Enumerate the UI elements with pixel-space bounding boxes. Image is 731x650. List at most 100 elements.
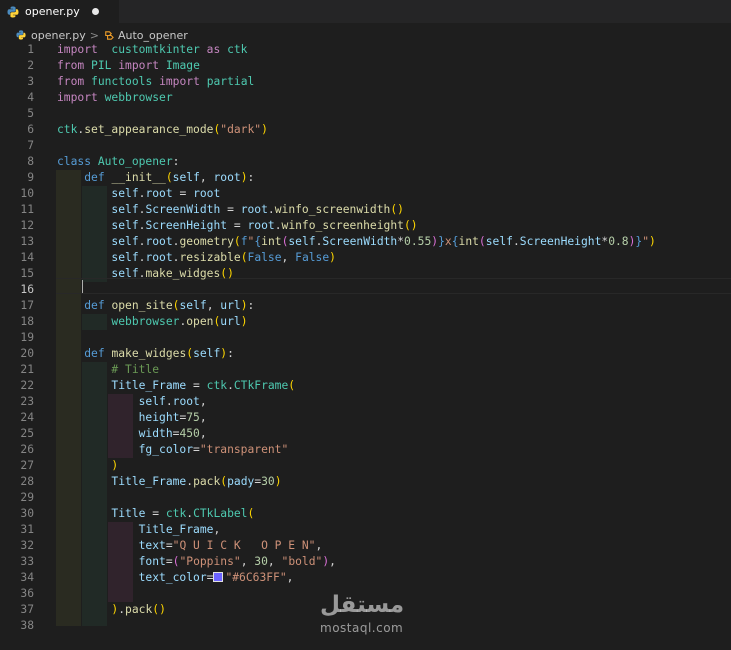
code-line[interactable]: 4 import webbrowser (0, 90, 731, 106)
code-token: self (111, 267, 139, 280)
code-token: , (286, 571, 294, 584)
line-number: 6 (27, 123, 34, 136)
code-line[interactable]: 32 text="Q U I C K O P E N", (0, 538, 731, 554)
code-text: class Auto_opener: (57, 154, 179, 170)
code-line[interactable]: 27 ) (0, 458, 731, 474)
code-line[interactable]: 24 height=75, (0, 410, 731, 426)
code-token: import (57, 91, 98, 104)
code-token: make_widges (145, 267, 221, 280)
code-text: self.make_widges() (57, 266, 233, 282)
code-token: : (247, 171, 255, 184)
line-number: 16 (20, 283, 34, 296)
code-token: 30 (261, 475, 275, 488)
line-number: 33 (20, 555, 34, 568)
code-token: self (288, 235, 316, 248)
code-token: x (444, 235, 452, 248)
code-line[interactable]: 15 self.make_widges() (0, 266, 731, 282)
code-token: 0.8 (608, 235, 629, 248)
line-number: 36 (20, 587, 34, 600)
line-number: 28 (20, 475, 34, 488)
code-token: root (145, 251, 173, 264)
code-token: , (329, 555, 336, 568)
code-line[interactable]: 26 fg_color="transparent" (0, 442, 731, 458)
code-line[interactable]: 19 (0, 330, 731, 346)
code-line[interactable]: 9 def __init__(self, root): (0, 170, 731, 186)
code-token: def (84, 347, 105, 360)
code-text: ) (57, 458, 118, 474)
code-token: ) (240, 299, 248, 312)
code-token: pack (125, 603, 153, 616)
code-line[interactable]: 5 (0, 106, 731, 122)
code-line[interactable]: 31 Title_Frame, (0, 522, 731, 538)
code-line[interactable]: 18 webbrowser.open(url) (0, 314, 731, 330)
code-token: Title_Frame (111, 475, 187, 488)
line-number: 20 (20, 347, 34, 360)
code-token: () (403, 219, 418, 232)
code-token: root (145, 235, 173, 248)
code-token: False (295, 251, 330, 264)
code-token: , (240, 555, 255, 568)
code-line[interactable]: 33 font=("Poppins", 30, "bold"), (0, 554, 731, 570)
code-line[interactable]: 22 Title_Frame = ctk.CTkFrame( (0, 378, 731, 394)
code-line[interactable]: 16 (0, 282, 731, 298)
code-line[interactable]: 3 from functools import partial (0, 74, 731, 90)
code-line[interactable]: 6 ctk.set_appearance_mode("dark") (0, 122, 731, 138)
code-token: __init__ (111, 171, 166, 184)
color-swatch-icon[interactable] (213, 572, 224, 582)
breadcrumb-file[interactable]: opener.py (31, 29, 86, 42)
code-token: CTkLabel (193, 507, 248, 520)
line-number: 4 (27, 91, 34, 104)
code-token: resizable (179, 251, 241, 264)
code-editor[interactable]: 1 import customtkinter as ctk 2 from PIL im… (0, 42, 731, 650)
code-line[interactable]: 1 import customtkinter as ctk (0, 42, 731, 58)
code-text: self.root = root (57, 186, 220, 202)
code-line[interactable]: 34 text_color= "#6C63FF", (0, 570, 731, 586)
line-number: 15 (20, 267, 34, 280)
code-token: 75 (186, 411, 200, 424)
line-number: 1 (27, 43, 34, 56)
code-line[interactable]: 7 (0, 138, 731, 154)
code-token: self (193, 347, 221, 360)
code-line[interactable]: 23 self.root, (0, 394, 731, 410)
tab-opener-py[interactable]: opener.py (0, 0, 119, 23)
code-line[interactable]: 17 def open_site(self, url): (0, 298, 731, 314)
code-text: Title_Frame, (57, 522, 221, 538)
breadcrumb-symbol[interactable]: Auto_opener (118, 29, 188, 42)
code-token: "bold" (281, 555, 323, 568)
code-line[interactable]: 25 width=450, (0, 426, 731, 442)
code-token: . (227, 379, 234, 392)
code-line[interactable]: 11 self.ScreenWidth = root.winfo_screenw… (0, 202, 731, 218)
code-line[interactable]: 20 def make_widges(self): (0, 346, 731, 362)
code-line[interactable]: 2 from PIL import Image (0, 58, 731, 74)
code-token: : (227, 347, 234, 360)
class-icon (105, 30, 114, 40)
code-token: fg_color (138, 443, 194, 456)
code-token: () (390, 203, 404, 216)
code-line[interactable]: 30 Title = ctk.CTkLabel( (0, 506, 731, 522)
code-token: = (165, 555, 173, 568)
code-line[interactable]: 29 (0, 490, 731, 506)
code-line[interactable]: 8 class Auto_opener: (0, 154, 731, 170)
code-text: text_color= "#6C63FF", (57, 570, 294, 586)
code-line[interactable]: 21 # Title (0, 362, 731, 378)
code-text: height=75, (57, 410, 207, 426)
code-line[interactable]: 10 self.root = root (0, 186, 731, 202)
code-line[interactable]: 13 self.root.geometry(f"{int(self.Screen… (0, 234, 731, 250)
code-line[interactable]: 12 self.ScreenHeight = root.winfo_screen… (0, 218, 731, 234)
line-number: 9 (27, 171, 34, 184)
code-line[interactable]: 14 self.root.resizable(False, False) (0, 250, 731, 266)
code-token: "Poppins" (179, 555, 241, 568)
line-number: 32 (20, 539, 34, 552)
unsaved-dot-icon[interactable] (91, 8, 99, 15)
code-line[interactable]: 28 Title_Frame.pack(pady=30) (0, 474, 731, 490)
code-token: class (57, 155, 92, 168)
code-token: import (57, 43, 98, 56)
